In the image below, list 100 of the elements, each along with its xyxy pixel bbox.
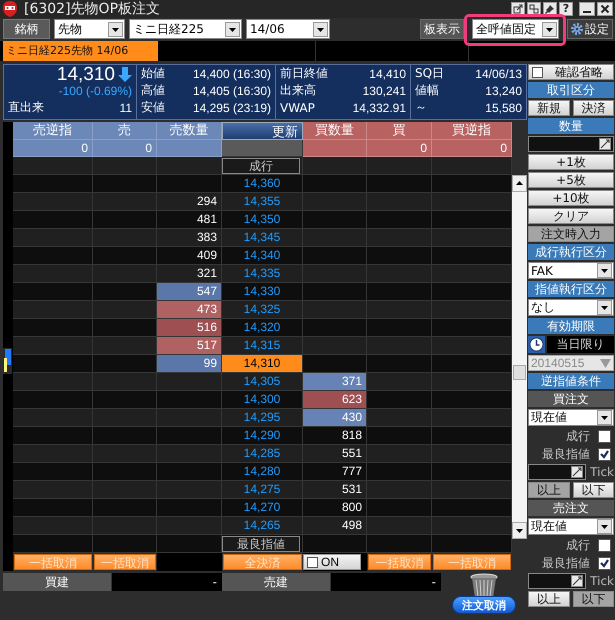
quantity-cell: 99 [157,355,222,373]
panel-button[interactable]: 注文時入力 [528,226,614,242]
quantity-cell: 383 [157,229,222,247]
symbol-button[interactable]: 銘柄 [3,19,50,39]
price-cell: 14,280 [222,463,303,481]
stat-value: 14,295 (23:19) [192,100,271,114]
panel-button[interactable]: +10枚 [528,190,614,206]
price-cell: 14,340 [222,247,303,265]
stat-value: 14,332.91 [352,100,406,114]
option-label: 最良指値 [542,554,590,572]
dropdown[interactable]: ミニ日経225 [129,19,242,39]
column-header: 買逆指 [432,122,512,140]
dropdown[interactable]: 全呼値固定 [472,19,559,39]
column-header: 買数量 [303,122,367,140]
quantity-cell: 800 [303,499,367,517]
price-cell: 14,320 [222,319,303,337]
stat-label: 値幅 [415,82,439,99]
on-toggle[interactable]: ON [303,554,361,570]
price-cell: 14,350 [222,211,303,229]
dropdown[interactable]: 14/06 [246,19,330,39]
price-change: -100 (-0.69%) [58,84,132,98]
section-header: 指値執行区分 [528,281,614,297]
price-cell: 14,285 [222,445,303,463]
position-label: 売建 [222,573,331,591]
last-price: 14,310 [56,64,115,86]
price-cell: 14,310 [222,355,303,373]
total-cell: 0 [432,140,512,157]
stat-label: SQ日 [415,65,444,82]
market-order-cell[interactable]: 成行 [222,158,300,174]
quantity-cell: 818 [303,427,367,445]
quantity-cell: 531 [303,481,367,499]
quantity-cell: 481 [157,211,222,229]
quantity-cell: 430 [303,409,367,427]
price-cell: 14,295 [222,409,303,427]
panel-button[interactable]: +5枚 [528,172,614,188]
section-header: 取引区分 [528,82,614,98]
stat-value: 13,240 [485,84,522,98]
stat-label: ～ [415,99,427,116]
option-button[interactable]: 以上 [528,482,570,498]
price-cell: 14,275 [222,481,303,499]
dropdown[interactable]: 現在値 [528,409,614,426]
option-button[interactable]: 以下 [572,591,614,607]
dropdown[interactable]: FAK [528,262,614,279]
stat-value: 14,410 [369,66,406,80]
tab[interactable]: ミニ日経225先物 14/06 [3,41,158,61]
unit-label: Tick [590,465,614,479]
quantity-cell: 516 [157,319,222,337]
section-header: 売注文 [528,500,614,516]
checkbox[interactable]: 確認省略 [528,64,614,80]
section-header: 買注文 [528,391,614,407]
quantity-cell: 409 [157,247,222,265]
quantity-cell: 517 [157,337,222,355]
stat-label: 前日終値 [280,65,328,82]
stat-value: 15,580 [485,100,522,114]
column-header: 売数量 [157,122,222,140]
column-header: 売 [93,122,157,140]
dropdown[interactable]: 先物 [54,19,125,39]
cancel-order-button[interactable]: 注文取消 [452,596,516,614]
section-header: 有効期限 [528,318,614,334]
dropdown[interactable]: 現在値 [528,518,614,535]
quantity-cell: 623 [303,391,367,409]
option-button[interactable]: 以上 [528,591,570,607]
board-display-label: 板表示 [420,19,464,39]
stat-value: 11 [120,100,132,114]
refresh-button[interactable]: 更新 [222,122,303,140]
stat-label: 出来高 [280,82,316,99]
position-value: - [112,573,222,591]
option-button[interactable]: 決済 [572,100,614,116]
price-cell: 14,325 [222,301,303,319]
option-button[interactable]: 新規 [528,100,570,116]
window-title: [6302]先物OP板注文 [24,0,162,18]
position-value: - [331,573,441,591]
stat-label: 高値 [141,82,165,99]
help-button[interactable]: ? [559,2,573,16]
stat-value: 14,405 (16:30) [192,84,271,98]
dropdown[interactable]: なし [528,299,614,316]
total-cell: 0 [13,140,93,157]
column-header: 買 [367,122,432,140]
position-label: 買建 [3,573,112,591]
unit-label: Tick [590,574,614,588]
option-label: 最良指値 [542,446,590,462]
panel-button[interactable]: クリア [528,208,614,224]
best-limit-cell[interactable]: 最良指値 [222,536,300,552]
price-cell: 14,330 [222,283,303,301]
option-button[interactable]: 以下 [572,482,614,498]
expiry-field[interactable]: 当日限り [547,336,614,353]
quantity-cell: 473 [157,301,222,319]
total-cell: 0 [367,140,432,157]
price-cell: 14,315 [222,337,303,355]
stat-label: 始値 [141,65,165,82]
price-cell: 14,345 [222,229,303,247]
stat-label: VWAP [280,100,315,114]
quantity-cell: 321 [157,265,222,283]
quantity-cell: 498 [303,517,367,535]
stat-label: 安値 [141,99,165,116]
settings-button[interactable]: 設定 [567,19,613,39]
price-cell: 14,335 [222,265,303,283]
section-header: 数量 [528,118,614,134]
panel-button[interactable]: +1枚 [528,154,614,170]
price-cell: 14,290 [222,427,303,445]
